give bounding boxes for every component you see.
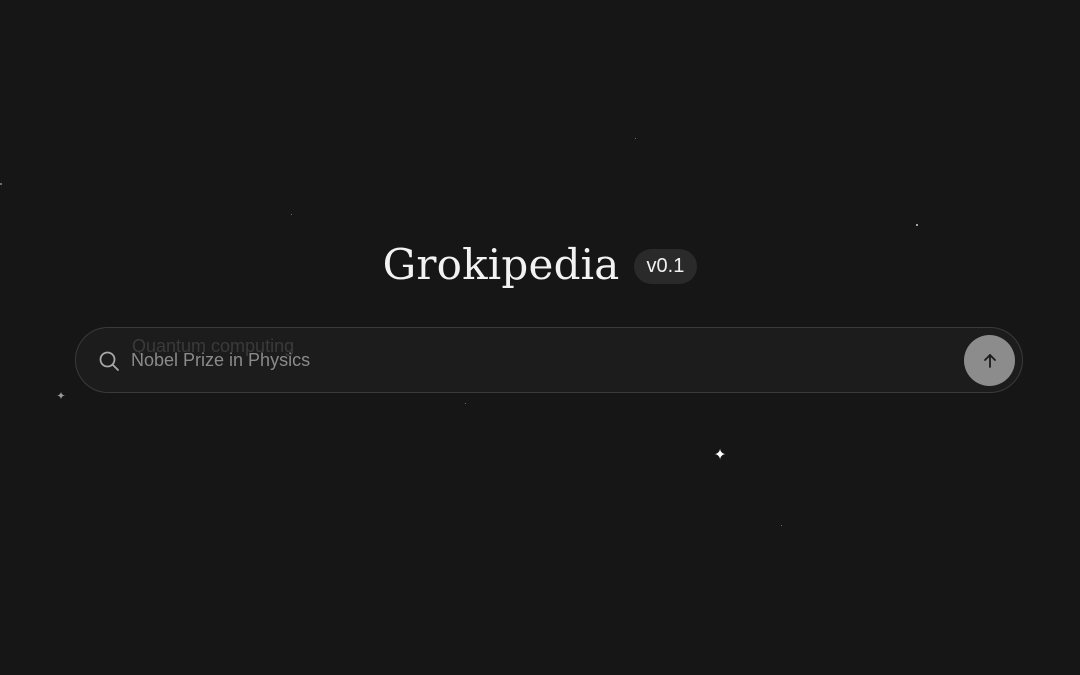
page-background: ✦ ✦ Grokipedia v0.1 Quantum computing	[0, 0, 1080, 675]
sparkle-icon: ✦	[56, 389, 66, 403]
star-dot	[291, 214, 292, 215]
brand-header: Grokipedia v0.1	[0, 240, 1080, 289]
search-icon	[99, 351, 119, 371]
star-dot	[916, 224, 918, 226]
search-bar[interactable]: Quantum computing	[75, 327, 1023, 393]
star-dot	[465, 403, 466, 404]
brand-title: Grokipedia	[382, 240, 620, 289]
star-dot	[0, 183, 2, 185]
arrow-up-icon	[983, 353, 996, 368]
submit-button[interactable]	[964, 335, 1015, 386]
star-dot	[781, 525, 782, 526]
search-input[interactable]	[131, 346, 951, 374]
version-badge: v0.1	[633, 249, 698, 284]
sparkle-icon: ✦	[713, 445, 727, 464]
star-dot	[635, 138, 636, 139]
